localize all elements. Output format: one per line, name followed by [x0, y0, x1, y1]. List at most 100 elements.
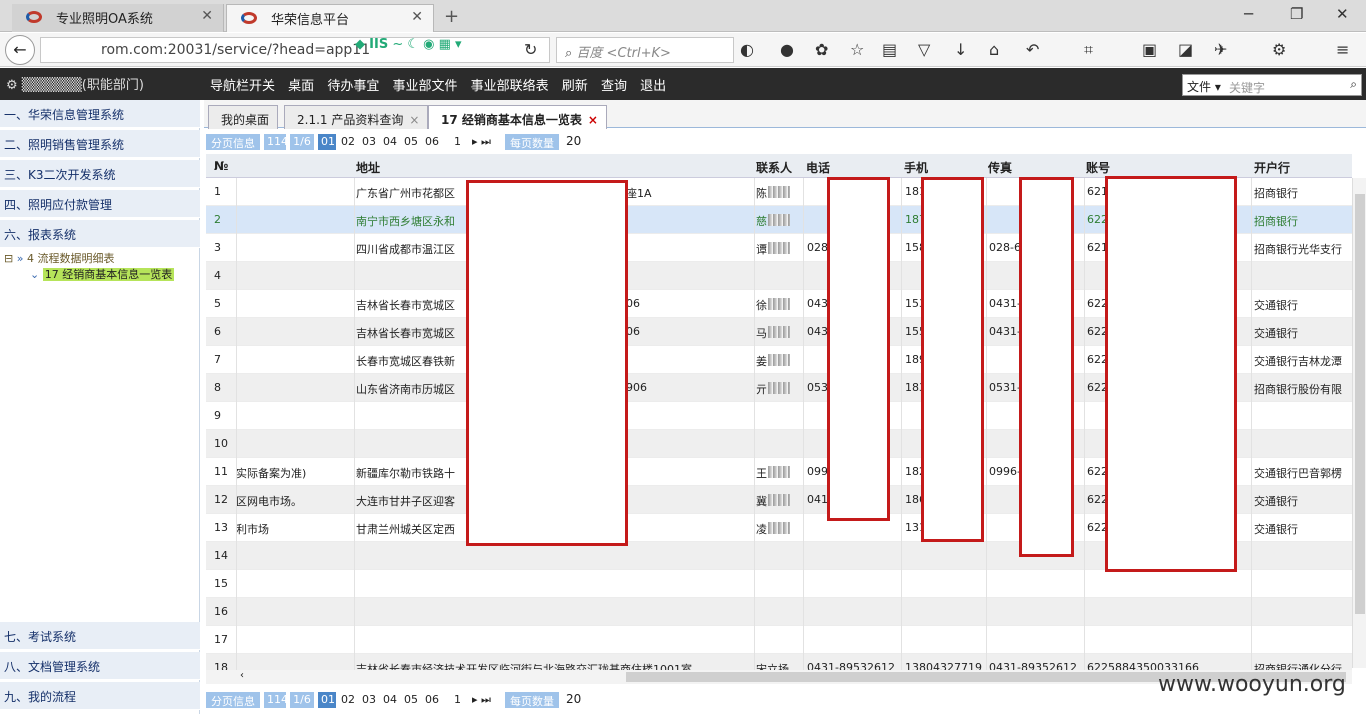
- menu-dept-files[interactable]: 事业部文件: [392, 79, 457, 94]
- tab-product-query[interactable]: 2.1.1 产品资料查询 ×: [284, 105, 429, 129]
- tools-icon[interactable]: ⚙: [1272, 40, 1286, 59]
- page-link[interactable]: 02: [341, 693, 355, 706]
- page-link[interactable]: 06: [425, 135, 439, 148]
- sidebar-item-k3[interactable]: 三、K3二次开发系统: [0, 160, 200, 188]
- menu-todo[interactable]: 待办事宜: [327, 79, 379, 94]
- pocket-icon[interactable]: ▽: [918, 40, 930, 59]
- page-link[interactable]: 01: [318, 692, 336, 708]
- menu-query[interactable]: 查询: [601, 79, 627, 94]
- restore-icon[interactable]: ❐: [1290, 5, 1303, 23]
- column-divider: [901, 178, 902, 670]
- col-no[interactable]: №: [214, 159, 228, 173]
- reload-icon[interactable]: ↻: [524, 40, 537, 59]
- home-icon[interactable]: ⌂: [989, 40, 999, 59]
- current-page-input[interactable]: 1: [454, 135, 461, 148]
- sidebar-item-exam[interactable]: 七、考试系统: [0, 622, 200, 650]
- pager-info-label: 分页信息: [206, 692, 260, 708]
- page-link[interactable]: 05: [404, 693, 418, 706]
- extension-icon[interactable]: ●: [780, 40, 794, 59]
- cell-addr2: 906: [626, 381, 647, 394]
- table-row[interactable]: 18 吉林省长春市经济技术开发区临河街与北海路交汇珑基商住楼1001室 宋立扬 043…: [206, 654, 1352, 670]
- tab-my-desktop[interactable]: 我的桌面: [208, 105, 279, 129]
- close-tab-icon[interactable]: ✕: [201, 8, 213, 24]
- minimize-icon[interactable]: ─: [1244, 5, 1253, 23]
- sidebar-item-reports[interactable]: 六、报表系统: [0, 220, 200, 248]
- blurred-name: [768, 466, 790, 478]
- search-input[interactable]: ⌕ 百度 <Ctrl+K>: [556, 37, 734, 63]
- search-type-select[interactable]: 文件 ▾: [1187, 78, 1221, 95]
- pager-pages: 1/6: [290, 692, 314, 708]
- bookmark-star-icon[interactable]: ☆: [850, 40, 864, 59]
- undo-icon[interactable]: ↶: [1026, 40, 1039, 59]
- back-arrow-icon[interactable]: ←: [5, 35, 35, 65]
- sidebar-item-lighting-sales[interactable]: 二、照明销售管理系统: [0, 130, 200, 158]
- translate-icon[interactable]: ▣: [1142, 40, 1157, 59]
- globe-icon[interactable]: ◐: [740, 40, 754, 59]
- table-row[interactable]: 16: [206, 598, 1352, 626]
- cell-no: 1: [214, 185, 221, 198]
- col-contact[interactable]: 联系人: [756, 159, 792, 176]
- page-link[interactable]: 04: [383, 135, 397, 148]
- next-page-icon[interactable]: ▸ ⏭: [472, 693, 491, 707]
- palette-icon[interactable]: ✿: [815, 40, 828, 59]
- cell-no: 14: [214, 549, 228, 562]
- table-row[interactable]: 17: [206, 626, 1352, 654]
- scroll-left-icon[interactable]: ‹: [240, 670, 244, 681]
- menu-logout[interactable]: 退出: [640, 79, 666, 94]
- page-link[interactable]: 04: [383, 693, 397, 706]
- tree-node-process-data[interactable]: ⊟ » 4 流程数据明细表: [4, 250, 114, 266]
- sidebar-item-huarong[interactable]: 一、华荣信息管理系统: [0, 100, 200, 128]
- tab-dealer-info[interactable]: 17 经销商基本信息一览表 ×: [428, 105, 607, 129]
- page-size-value[interactable]: 20: [566, 134, 581, 148]
- pdf-icon[interactable]: ◪: [1178, 40, 1193, 59]
- col-bank[interactable]: 开户行: [1254, 159, 1290, 176]
- address-bar[interactable]: rom.com:20031/service/?head=app11: [40, 37, 550, 63]
- blurred-name: [768, 494, 790, 506]
- tree-node-dealer-info[interactable]: ⌄ 17 经销商基本信息一览表: [30, 266, 175, 282]
- page-size-value[interactable]: 20: [566, 692, 581, 706]
- vertical-scrollbar[interactable]: [1352, 178, 1366, 668]
- hamburger-menu-icon[interactable]: ≡: [1336, 40, 1349, 59]
- menu-nav-toggle[interactable]: 导航栏开关: [210, 79, 275, 94]
- bird-icon[interactable]: ✈: [1214, 40, 1227, 59]
- menu-refresh[interactable]: 刷新: [562, 79, 588, 94]
- col-fax[interactable]: 传真: [988, 159, 1012, 176]
- page-link[interactable]: 03: [362, 135, 376, 148]
- download-icon[interactable]: ↓: [954, 40, 967, 59]
- new-tab-button[interactable]: +: [444, 6, 459, 27]
- cell-no: 5: [214, 297, 221, 310]
- page-link[interactable]: 05: [404, 135, 418, 148]
- sidebar-item-payables[interactable]: 四、照明应付款管理: [0, 190, 200, 218]
- cell-no: 16: [214, 605, 228, 618]
- column-divider: [354, 178, 355, 670]
- close-window-icon[interactable]: ✕: [1336, 5, 1349, 23]
- col-account[interactable]: 账号: [1086, 159, 1110, 176]
- cell-no: 18: [214, 661, 228, 670]
- browser-tab-oa[interactable]: 专业照明OA系统 ✕: [12, 4, 224, 32]
- close-tab-icon[interactable]: ×: [409, 113, 419, 127]
- reading-list-icon[interactable]: ▤: [882, 40, 897, 59]
- browser-tab-huarong[interactable]: 华荣信息平台 ✕: [226, 4, 434, 32]
- sidebar-item-my-flow[interactable]: 九、我的流程: [0, 682, 200, 710]
- crop-icon[interactable]: ⌗: [1084, 40, 1093, 60]
- col-phone[interactable]: 电话: [806, 159, 830, 176]
- shield-icon[interactable]: ◆ IIS ~ ☾ ◉ ▦ ▾: [355, 37, 462, 52]
- page-link[interactable]: 03: [362, 693, 376, 706]
- table-row[interactable]: 15: [206, 570, 1352, 598]
- scroll-thumb[interactable]: [1355, 194, 1365, 614]
- page-link[interactable]: 06: [425, 693, 439, 706]
- iis-icon[interactable]: IIS: [369, 37, 388, 52]
- next-page-icon[interactable]: ▸ ⏭: [472, 135, 491, 149]
- menu-dept-contacts[interactable]: 事业部联络表: [471, 79, 549, 94]
- close-tab-icon[interactable]: ×: [588, 113, 598, 127]
- col-mobile[interactable]: 手机: [904, 159, 928, 176]
- page-link[interactable]: 02: [341, 135, 355, 148]
- menu-desktop[interactable]: 桌面: [288, 79, 314, 94]
- sidebar-item-docs[interactable]: 八、文档管理系统: [0, 652, 200, 680]
- close-tab-icon[interactable]: ✕: [411, 9, 423, 25]
- search-icon[interactable]: ⌕: [1350, 77, 1357, 92]
- page-link[interactable]: 01: [318, 134, 336, 150]
- keyword-input[interactable]: 关键字: [1229, 79, 1265, 96]
- col-address[interactable]: 地址: [356, 159, 380, 176]
- current-page-input[interactable]: 1: [454, 693, 461, 706]
